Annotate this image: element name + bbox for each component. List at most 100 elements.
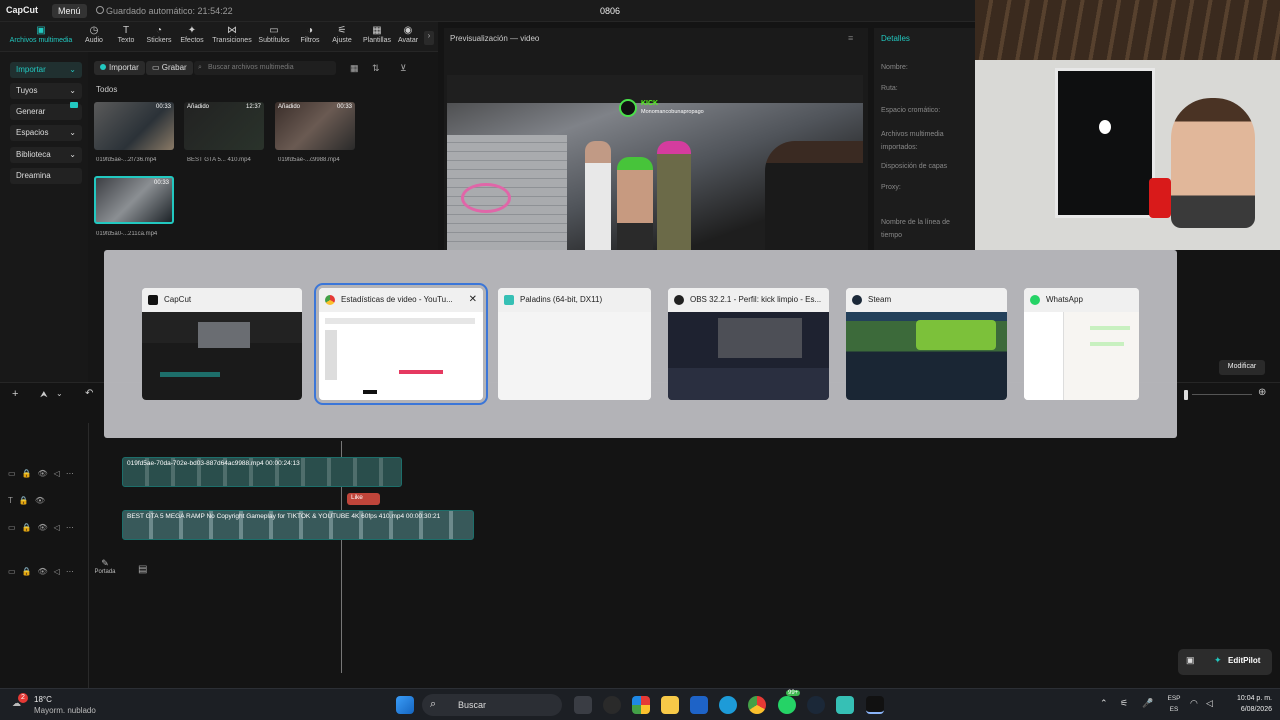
record-button[interactable]: ▭ Grabar bbox=[146, 61, 193, 75]
edge-icon[interactable] bbox=[719, 696, 737, 714]
close-icon[interactable]: ✕ bbox=[469, 294, 477, 305]
tool-text[interactable]: T Texto bbox=[108, 25, 144, 44]
thumbnail-docks bbox=[668, 368, 829, 400]
zoom-slider-handle[interactable] bbox=[1184, 390, 1188, 400]
tool-avatar[interactable]: ◉ Avatar bbox=[393, 25, 423, 44]
thumbnail-msg bbox=[1090, 342, 1124, 346]
timeline-clip[interactable]: 019fd5ae-70da-702e-bd03-887d64ac9988.mp4… bbox=[122, 457, 402, 487]
whatsapp-badge: 99+ bbox=[786, 690, 801, 696]
undo-icon[interactable]: ↶ bbox=[85, 388, 93, 399]
media-thumb[interactable]: 00:33 bbox=[94, 102, 174, 150]
view-toggle-icon[interactable]: ▦ bbox=[350, 63, 359, 74]
obs-taskbar-icon[interactable] bbox=[603, 696, 621, 714]
webcam-feed bbox=[975, 0, 1280, 250]
detail-field: Ruta: bbox=[881, 85, 898, 92]
capcut-taskbar-icon[interactable] bbox=[866, 696, 884, 714]
task-view-icon[interactable] bbox=[574, 696, 592, 714]
paladins-taskbar-icon[interactable] bbox=[836, 696, 854, 714]
sidebar-item-dreamina[interactable]: Dreamina bbox=[10, 168, 82, 184]
start-icon[interactable] bbox=[396, 696, 414, 714]
window-card-youtube[interactable]: Estadísticas de video - YouTu... ✕ bbox=[314, 283, 488, 405]
volume-icon[interactable]: ◁ bbox=[1206, 698, 1213, 709]
sidebar-item-espacios[interactable]: Espacios ⌄ bbox=[10, 125, 82, 141]
window-card-whatsapp[interactable]: WhatsApp bbox=[1024, 288, 1139, 400]
sort-icon[interactable]: ⇅ bbox=[372, 63, 380, 74]
search-input[interactable]: ⌕ Buscar archivos multimedia bbox=[194, 61, 336, 75]
chevron-down-icon[interactable]: ⌄ bbox=[56, 389, 63, 398]
timeline-clip-main[interactable]: BEST GTA 5 MEGA RAMP No Copyright Gamepl… bbox=[122, 510, 474, 540]
media-thumb[interactable]: Añadido 00:33 bbox=[275, 102, 355, 150]
tool-subtitles[interactable]: ▭ Subtítulos bbox=[255, 25, 293, 44]
chrome-taskbar-icon[interactable] bbox=[748, 696, 766, 714]
cloud-icon: ☁ bbox=[12, 698, 21, 708]
sidebar-item-generar[interactable]: Generar bbox=[10, 102, 82, 120]
cover-button[interactable]: ✎ Portada bbox=[92, 558, 118, 584]
tool-transitions[interactable]: ⋈ Transiciones bbox=[210, 25, 254, 44]
copilot-icon[interactable] bbox=[632, 696, 650, 714]
select-cursor-icon[interactable]: ⮝ bbox=[40, 389, 48, 400]
kick-logo-icon bbox=[619, 99, 637, 117]
window-card-steam[interactable]: Steam bbox=[846, 288, 1007, 400]
network-icon[interactable]: ⚟ bbox=[1120, 698, 1128, 709]
language-indicator[interactable]: ESP ES bbox=[1164, 693, 1184, 717]
film-icon[interactable]: ▤ bbox=[138, 564, 147, 575]
new-badge bbox=[70, 102, 78, 108]
person-2 bbox=[617, 157, 653, 250]
zoom-slider-track[interactable] bbox=[1192, 394, 1252, 395]
chat-icon[interactable]: ▣ bbox=[1186, 655, 1195, 666]
thumbnail-clip bbox=[160, 372, 220, 377]
zoom-fit-icon[interactable]: ⊕ bbox=[1258, 387, 1266, 398]
window-card-paladins[interactable]: Paladins (64-bit, DX11) bbox=[498, 288, 651, 400]
template-icon: ▦ bbox=[372, 25, 382, 36]
window-card-capcut[interactable]: CapCut bbox=[142, 288, 302, 400]
preview-menu-icon[interactable]: ≡ bbox=[848, 33, 853, 43]
sidebar-item-importar[interactable]: Importar ⌄ bbox=[10, 62, 82, 78]
editpilot-icon: ✦ bbox=[1214, 655, 1222, 665]
video-frame[interactable]: KICK Monomancobunapropago bbox=[447, 75, 863, 250]
sidebar-item-tuyos[interactable]: Tuyos ⌄ bbox=[10, 83, 82, 99]
detail-field: Nombre: bbox=[881, 64, 908, 71]
filter-icon[interactable]: ⊻ bbox=[400, 63, 407, 74]
tool-stickers[interactable]: ◔ Stickers bbox=[141, 25, 177, 44]
adjust-icon: ⚟ bbox=[337, 25, 347, 36]
weather-widget[interactable]: 2 ☁ 18°C Mayorm. nublado bbox=[6, 693, 126, 717]
autosave-icon bbox=[96, 6, 104, 14]
taskbar-search[interactable]: ⌕ Buscar bbox=[422, 694, 562, 716]
track-controls-main[interactable]: ▭🔒👁◁⋯ bbox=[8, 523, 80, 532]
editpilot-widget[interactable]: ▣ ✦ EditPilot bbox=[1178, 649, 1272, 675]
mic-icon[interactable]: 🎤 bbox=[1142, 698, 1153, 709]
store-icon[interactable] bbox=[690, 696, 708, 714]
add-track-icon[interactable]: + bbox=[12, 388, 18, 400]
import-button[interactable]: Importar bbox=[94, 61, 145, 75]
media-thumb[interactable]: Añadido 12:37 bbox=[184, 102, 264, 150]
file-explorer-icon[interactable] bbox=[661, 696, 679, 714]
detail-field: Disposición de capas bbox=[881, 163, 948, 170]
wifi-icon[interactable]: ◠ bbox=[1190, 698, 1198, 709]
tool-media[interactable]: ▣ Archivos multimedia bbox=[4, 25, 78, 44]
modify-button[interactable]: Modificar bbox=[1219, 360, 1265, 375]
person-1 bbox=[585, 141, 611, 250]
text-clip-like[interactable]: Like bbox=[347, 493, 380, 505]
track-controls-text[interactable]: T🔒👁 bbox=[8, 496, 51, 505]
tool-effects[interactable]: ✦ Efectos bbox=[174, 25, 210, 44]
tool-adjust[interactable]: ⚟ Ajuste bbox=[324, 25, 360, 44]
tool-filters[interactable]: ◑ Filtros bbox=[292, 25, 328, 44]
thumbnail-preview bbox=[198, 322, 250, 348]
sidebar-item-biblioteca[interactable]: Biblioteca ⌄ bbox=[10, 147, 82, 163]
track-controls-video[interactable]: ▭🔒👁◁⋯ bbox=[8, 469, 80, 478]
tool-audio[interactable]: ◷ Audio bbox=[76, 25, 112, 44]
tool-templates[interactable]: ▦ Plantillas bbox=[358, 25, 396, 44]
filter-icon: ◑ bbox=[306, 25, 314, 36]
window-card-obs[interactable]: OBS 32.2.1 - Perfil: kick limpio - Es... bbox=[668, 288, 829, 400]
media-icon: ▣ bbox=[36, 25, 46, 36]
whatsapp-taskbar-icon[interactable]: 99+ bbox=[778, 690, 801, 714]
thumbnail-button bbox=[363, 390, 377, 394]
toolbar-scroll-right[interactable]: › bbox=[424, 31, 434, 45]
tray-chevron-icon[interactable]: ⌃ bbox=[1100, 698, 1108, 709]
clock[interactable]: 10:04 p. m. 6/08/2026 bbox=[1226, 693, 1272, 717]
track-controls-audio[interactable]: ▭🔒👁◁⋯ bbox=[8, 567, 80, 576]
media-thumb-selected[interactable]: 00:33 bbox=[94, 176, 174, 224]
preview-panel: Previsualización — video ≡ KICK Monomanc… bbox=[444, 28, 868, 250]
steam-taskbar-icon[interactable] bbox=[807, 696, 825, 714]
menu-button[interactable]: Menú bbox=[52, 4, 87, 18]
